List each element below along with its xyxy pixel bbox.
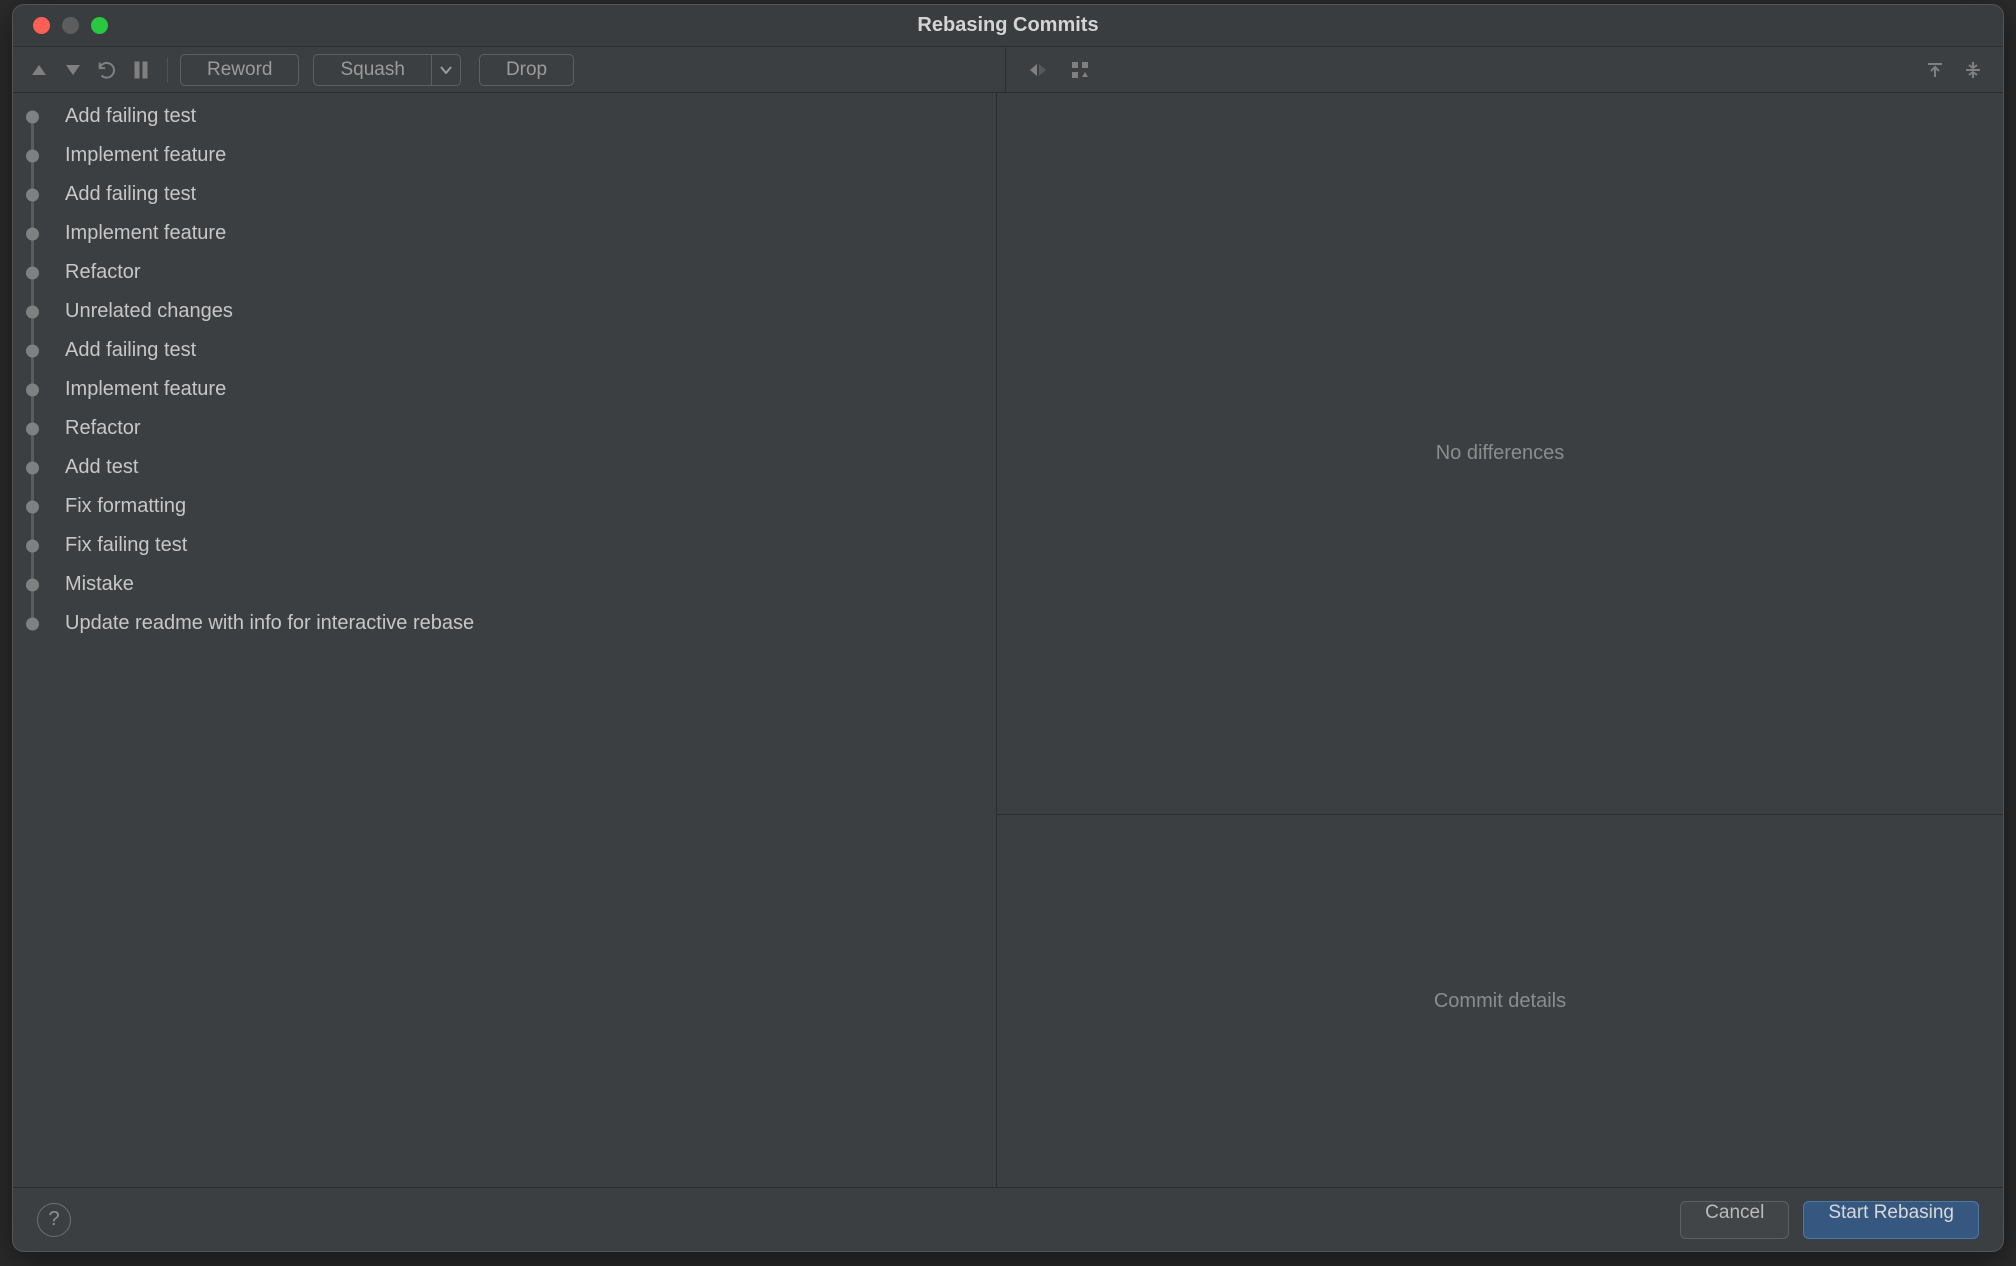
window-zoom-button[interactable] bbox=[91, 17, 108, 34]
diff-placeholder: No differences bbox=[1436, 442, 1565, 465]
commit-details-pane: Commit details bbox=[997, 815, 2003, 1187]
commit-graph-node bbox=[21, 526, 59, 565]
commit-row[interactable]: Add failing test bbox=[13, 97, 996, 136]
commit-message: Implement feature bbox=[59, 222, 226, 245]
commit-message: Implement feature bbox=[59, 144, 226, 167]
dialog-title: Rebasing Commits bbox=[13, 14, 2003, 37]
help-button[interactable]: ? bbox=[37, 1203, 71, 1237]
commit-graph-node bbox=[21, 409, 59, 448]
commit-row[interactable]: Unrelated changes bbox=[13, 292, 996, 331]
window-controls bbox=[13, 17, 108, 34]
commit-graph-node bbox=[21, 331, 59, 370]
undo-button[interactable] bbox=[93, 56, 121, 84]
collapse-unchanged-button[interactable] bbox=[1024, 56, 1052, 84]
commit-row[interactable]: Mistake bbox=[13, 565, 996, 604]
dialog-button-bar: ? Cancel Start Rebasing bbox=[13, 1187, 2003, 1251]
chevron-down-icon bbox=[440, 66, 452, 74]
commit-graph-node bbox=[21, 175, 59, 214]
commit-message: Add failing test bbox=[59, 183, 196, 206]
commit-row[interactable]: Add test bbox=[13, 448, 996, 487]
commit-graph-node bbox=[21, 448, 59, 487]
main-split: Add failing test Implement feature Add fai… bbox=[13, 93, 2003, 1187]
squash-dropdown-button[interactable] bbox=[432, 54, 461, 86]
commit-row[interactable]: Refactor bbox=[13, 409, 996, 448]
commit-graph-node bbox=[21, 565, 59, 604]
squash-button-group: Squash bbox=[313, 54, 460, 86]
commit-row[interactable]: Fix failing test bbox=[13, 526, 996, 565]
diff-viewer: No differences bbox=[997, 93, 2003, 815]
next-diff-button[interactable] bbox=[1959, 56, 1987, 84]
commit-graph-node bbox=[21, 487, 59, 526]
commit-message: Add test bbox=[59, 456, 138, 479]
commit-graph-node bbox=[21, 604, 59, 643]
commit-row[interactable]: Update readme with info for interactive … bbox=[13, 604, 996, 643]
pause-button[interactable] bbox=[127, 56, 155, 84]
commit-graph-node bbox=[21, 214, 59, 253]
commit-row[interactable]: Fix formatting bbox=[13, 487, 996, 526]
commit-message: Unrelated changes bbox=[59, 300, 233, 323]
commit-row[interactable]: Add failing test bbox=[13, 175, 996, 214]
commit-message: Refactor bbox=[59, 261, 141, 284]
commit-graph-node bbox=[21, 136, 59, 175]
commit-message: Implement feature bbox=[59, 378, 226, 401]
commit-message: Mistake bbox=[59, 573, 134, 596]
cancel-button[interactable]: Cancel bbox=[1680, 1201, 1789, 1239]
window-close-button[interactable] bbox=[33, 17, 50, 34]
commit-graph-node bbox=[21, 292, 59, 331]
commit-row[interactable]: Implement feature bbox=[13, 136, 996, 175]
commit-message: Fix formatting bbox=[59, 495, 186, 518]
commit-graph-node bbox=[21, 370, 59, 409]
title-bar: Rebasing Commits bbox=[13, 5, 2003, 47]
commit-row[interactable]: Refactor bbox=[13, 253, 996, 292]
rebase-dialog: Rebasing Commits Reword Squash bbox=[12, 4, 2004, 1252]
move-down-button[interactable] bbox=[59, 56, 87, 84]
commit-row[interactable]: Add failing test bbox=[13, 331, 996, 370]
start-rebasing-button[interactable]: Start Rebasing bbox=[1803, 1201, 1979, 1239]
commit-graph-node bbox=[21, 97, 59, 136]
commit-message: Update readme with info for interactive … bbox=[59, 612, 474, 635]
prev-diff-button[interactable] bbox=[1921, 56, 1949, 84]
right-pane: No differences Commit details bbox=[997, 93, 2003, 1187]
commit-list: Add failing test Implement feature Add fai… bbox=[13, 93, 996, 643]
reword-button[interactable]: Reword bbox=[180, 54, 299, 86]
drop-button[interactable]: Drop bbox=[479, 54, 574, 86]
move-up-button[interactable] bbox=[25, 56, 53, 84]
commit-graph-node bbox=[21, 253, 59, 292]
commit-message: Add failing test bbox=[59, 105, 196, 128]
commit-list-pane[interactable]: Add failing test Implement feature Add fai… bbox=[13, 93, 997, 1187]
window-minimize-button[interactable] bbox=[62, 17, 79, 34]
toolbar: Reword Squash Drop bbox=[13, 47, 2003, 93]
commit-message: Add failing test bbox=[59, 339, 196, 362]
commit-message: Fix failing test bbox=[59, 534, 187, 557]
squash-button[interactable]: Squash bbox=[313, 54, 431, 86]
commit-row[interactable]: Implement feature bbox=[13, 214, 996, 253]
commit-row[interactable]: Implement feature bbox=[13, 370, 996, 409]
details-placeholder: Commit details bbox=[1434, 990, 1566, 1013]
toolbar-divider bbox=[167, 57, 168, 83]
commit-message: Refactor bbox=[59, 417, 141, 440]
viewer-settings-button[interactable] bbox=[1066, 56, 1094, 84]
